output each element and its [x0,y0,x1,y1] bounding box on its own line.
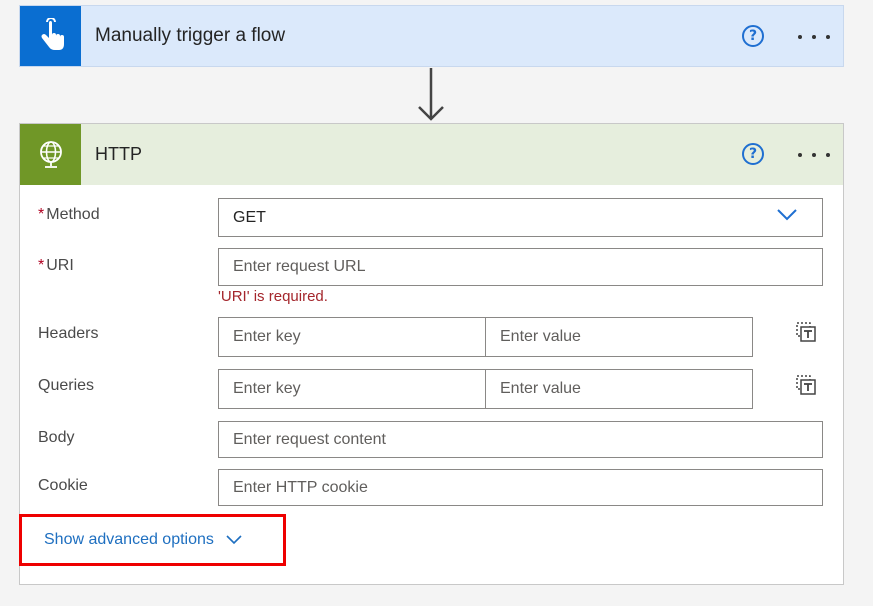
chevron-down-icon [777,209,797,221]
uri-label: * URI [38,257,74,274]
http-action-card: HTTP ? * Method GET * URI Enter request UR… [19,123,844,585]
cookie-label: Cookie [38,477,88,494]
http-title: HTTP [95,144,142,164]
method-select[interactable]: GET [218,198,823,237]
http-card-header[interactable]: HTTP ? [20,124,843,185]
headers-label: Headers [38,325,99,342]
method-label: * Method [38,206,100,223]
trigger-card[interactable]: Manually trigger a flow ? [19,5,844,67]
more-options-icon[interactable] [798,27,830,47]
uri-input[interactable]: Enter request URL [218,248,823,286]
queries-key-input[interactable]: Enter key [218,369,486,409]
show-advanced-options-button[interactable]: Show advanced options [19,514,286,566]
help-icon[interactable]: ? [742,143,764,165]
chevron-down-icon [226,535,242,545]
cookie-input[interactable]: Enter HTTP cookie [218,469,823,506]
body-input[interactable]: Enter request content [218,421,823,458]
uri-error-message: 'URI' is required. [218,288,328,305]
body-label: Body [38,429,75,446]
headers-value-input[interactable]: Enter value [485,317,753,357]
switch-to-text-mode-icon[interactable] [795,374,817,396]
help-icon[interactable]: ? [742,25,764,47]
globe-icon [20,124,81,185]
method-value: GET [233,208,266,226]
more-options-icon[interactable] [798,145,830,165]
queries-value-input[interactable]: Enter value [485,369,753,409]
touch-hand-icon [20,6,81,66]
trigger-title: Manually trigger a flow [95,25,286,46]
switch-to-text-mode-icon[interactable] [795,321,817,343]
arrow-down-icon [418,68,444,121]
queries-label: Queries [38,377,95,394]
headers-key-input[interactable]: Enter key [218,317,486,357]
show-advanced-options-label: Show advanced options [44,531,214,548]
